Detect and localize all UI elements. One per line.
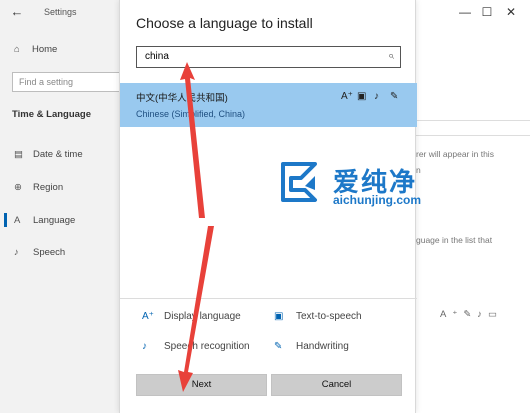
search-icon[interactable]: ⌕ (388, 50, 394, 63)
right-pane-input (415, 120, 530, 136)
home-icon: ⌂ (14, 44, 20, 55)
language-feature-icons: A⁺✎♪▭ (440, 309, 504, 320)
nav-item-speech[interactable]: ♪ Speech (14, 247, 65, 258)
right-pane-text: guage in the list that (416, 235, 493, 245)
watermark-en: aichunjing.com (333, 193, 422, 207)
cancel-button[interactable]: Cancel (271, 374, 402, 396)
nav-item-date-time[interactable]: ▤ Date & time (14, 149, 83, 160)
language-english-name: Chinese (Simplified, China) (136, 109, 246, 119)
legend-label: Text-to-speech (296, 311, 362, 322)
dialog-title: Choose a language to install (136, 15, 313, 31)
window-title: Settings (44, 7, 77, 17)
minimize-button[interactable]: — (456, 3, 474, 21)
legend-text-to-speech: ▣ Text-to-speech (274, 311, 362, 322)
legend-label: Display language (164, 311, 241, 322)
microphone-icon: ♪ (142, 341, 147, 352)
divider (120, 298, 417, 299)
nav-item-region[interactable]: ⊕ Region (14, 182, 63, 193)
nav-home-label: Home (32, 44, 58, 55)
back-arrow-icon[interactable]: ← (8, 4, 26, 20)
find-setting-input[interactable]: Find a setting (12, 72, 120, 92)
maximize-button[interactable]: ☐ (478, 3, 496, 21)
nav-item-label: Date & time (33, 149, 83, 160)
nav-item-label: Language (33, 215, 76, 226)
right-pane-text: rer will appear in this (416, 149, 494, 159)
microphone-icon: ♪ (14, 247, 19, 258)
legend-label: Speech recognition (164, 341, 250, 352)
next-button[interactable]: Next (136, 374, 267, 396)
choose-language-dialog: Choose a language to install china ⌕ 中文(… (119, 0, 421, 413)
close-button[interactable]: ✕ (502, 3, 520, 21)
handwriting-icon: ✎ (274, 341, 283, 352)
language-icon: A (14, 215, 21, 226)
language-result-item[interactable]: 中文(中华人民共和国) Chinese (Simplified, China) … (120, 83, 417, 127)
globe-icon: ⊕ (14, 182, 22, 193)
display-language-icon: A⁺ (341, 91, 353, 102)
legend-display-language: A⁺ Display language (142, 311, 241, 322)
speech-recognition-icon: ♪ (374, 91, 379, 102)
clock-calendar-icon: ▤ (14, 149, 23, 160)
language-search-input[interactable]: china ⌕ (136, 46, 401, 68)
nav-item-language[interactable]: A Language (14, 215, 75, 226)
language-native-name: 中文(中华人民共和国) (136, 93, 228, 104)
watermark-logo-icon (281, 162, 317, 202)
display-language-icon: A⁺ (142, 311, 154, 322)
text-to-speech-icon: ▣ (357, 91, 367, 102)
nav-home[interactable]: ⌂ Home (14, 44, 57, 55)
watermark: 爱纯净 aichunjing.com (275, 160, 435, 215)
handwriting-icon: ✎ (390, 91, 399, 102)
legend-speech-recognition: ♪ Speech recognition (142, 341, 250, 352)
nav-item-label: Speech (33, 247, 66, 258)
legend-handwriting: ✎ Handwriting (274, 341, 349, 352)
settings-sidebar (0, 0, 120, 413)
text-to-speech-icon: ▣ (274, 311, 284, 322)
nav-item-label: Region (33, 182, 64, 193)
active-indicator (4, 213, 7, 227)
legend-label: Handwriting (296, 341, 349, 352)
search-value: china (145, 51, 169, 62)
section-title: Time & Language (12, 109, 92, 120)
